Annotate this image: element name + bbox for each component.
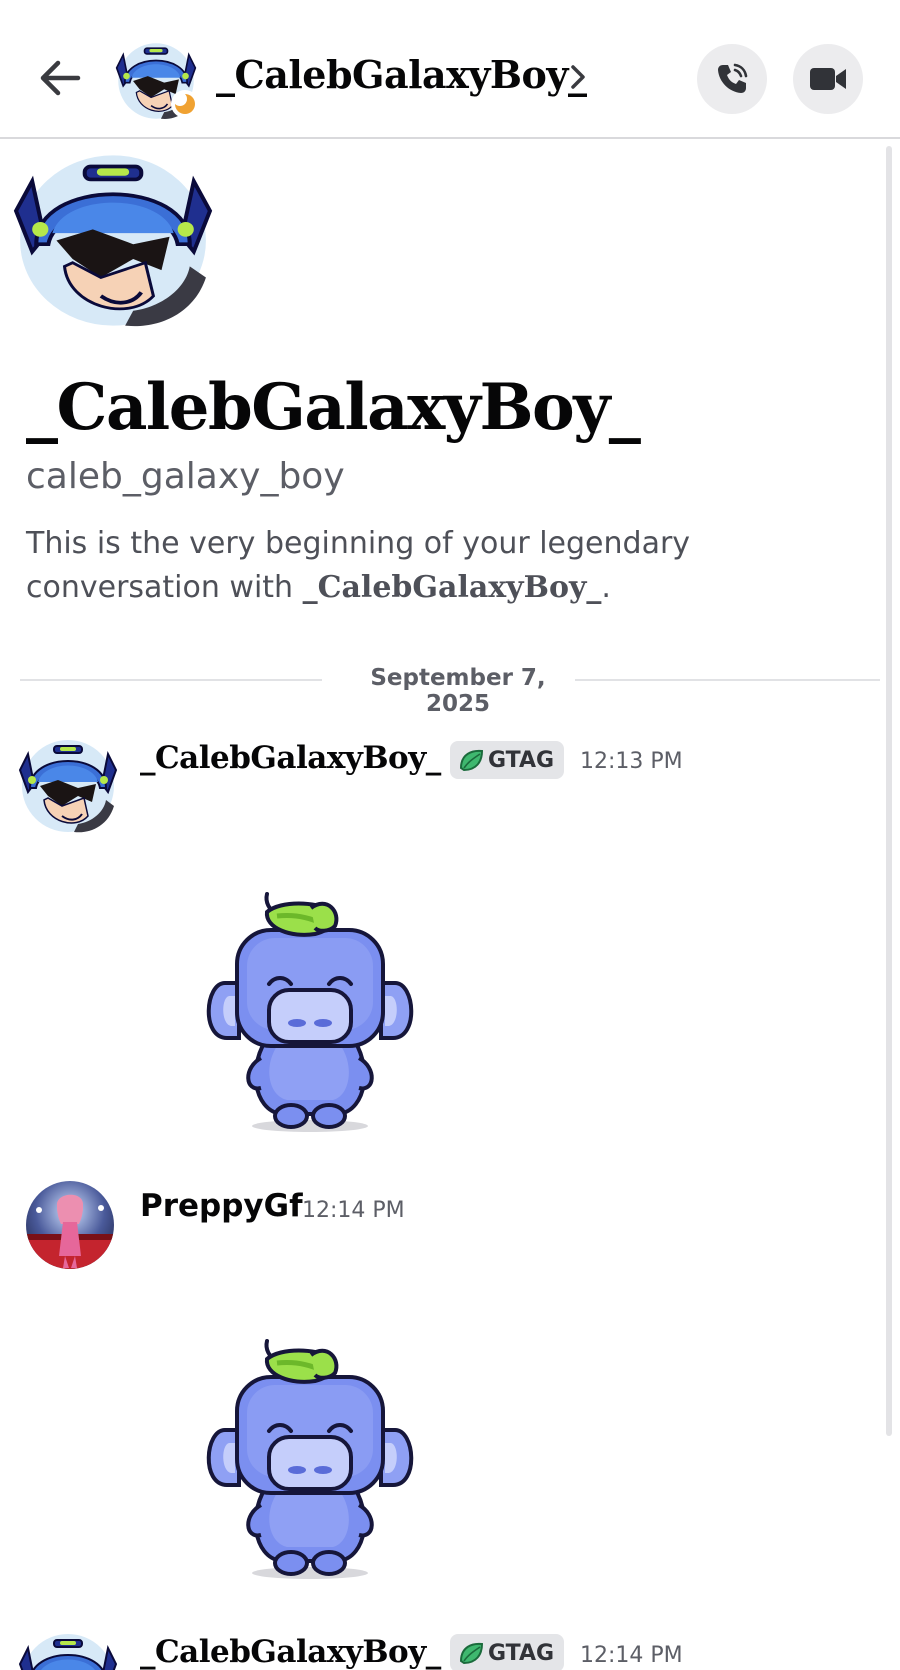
message-timestamp: 12:14 PM xyxy=(580,1643,683,1668)
phone-icon xyxy=(718,63,748,93)
profile-display-name: _CalebGalaxyBoy_ xyxy=(26,370,641,445)
guild-tag-badge[interactable]: GTAG xyxy=(450,1634,565,1670)
message-timestamp: 12:14 PM xyxy=(302,1198,405,1223)
wumpus-sticker[interactable] xyxy=(165,888,455,1138)
intro-text-tail: . xyxy=(601,570,611,605)
back-button[interactable] xyxy=(36,54,84,102)
voice-call-button[interactable] xyxy=(697,44,767,114)
header-title[interactable]: _CalebGalaxyBoy_ xyxy=(216,52,587,97)
wumpus-sticker[interactable] xyxy=(165,1335,455,1585)
leaf-icon xyxy=(460,749,483,771)
scrollbar[interactable] xyxy=(886,146,892,1436)
chevron-right-icon[interactable] xyxy=(568,60,590,94)
guild-tag-label: GTAG xyxy=(488,747,555,773)
header-avatar[interactable] xyxy=(115,40,199,122)
profile-username: caleb_galaxy_boy xyxy=(26,456,345,497)
guild-tag-badge[interactable]: GTAG xyxy=(450,741,565,779)
conversation-intro-text: This is the very beginning of your legen… xyxy=(26,522,886,610)
arrow-left-icon xyxy=(40,60,81,96)
guild-tag-label: GTAG xyxy=(488,1640,555,1666)
video-camera-icon xyxy=(810,68,846,90)
message-avatar-preppygf[interactable] xyxy=(25,1180,115,1270)
chat-header: _CalebGalaxyBoy_ xyxy=(0,0,900,139)
leaf-icon xyxy=(460,1642,483,1664)
message-author[interactable]: PreppyGf xyxy=(140,1188,303,1224)
profile-avatar[interactable] xyxy=(12,148,214,333)
divider-line-left xyxy=(20,679,322,681)
message-author[interactable]: _CalebGalaxyBoy_ xyxy=(140,740,441,776)
message-avatar-caleb[interactable] xyxy=(18,736,118,836)
idle-moon-icon xyxy=(171,90,199,118)
message-avatar-caleb[interactable] xyxy=(18,1630,118,1670)
intro-mention[interactable]: _CalebGalaxyBoy_ xyxy=(303,570,602,605)
message-timestamp: 12:13 PM xyxy=(580,749,683,774)
video-call-button[interactable] xyxy=(793,44,863,114)
divider-line-right xyxy=(575,679,880,681)
date-divider-label: September 7, 2025 xyxy=(370,665,546,717)
date-divider: September 7, 2025 xyxy=(20,663,880,717)
message-author[interactable]: _CalebGalaxyBoy_ xyxy=(140,1634,441,1670)
